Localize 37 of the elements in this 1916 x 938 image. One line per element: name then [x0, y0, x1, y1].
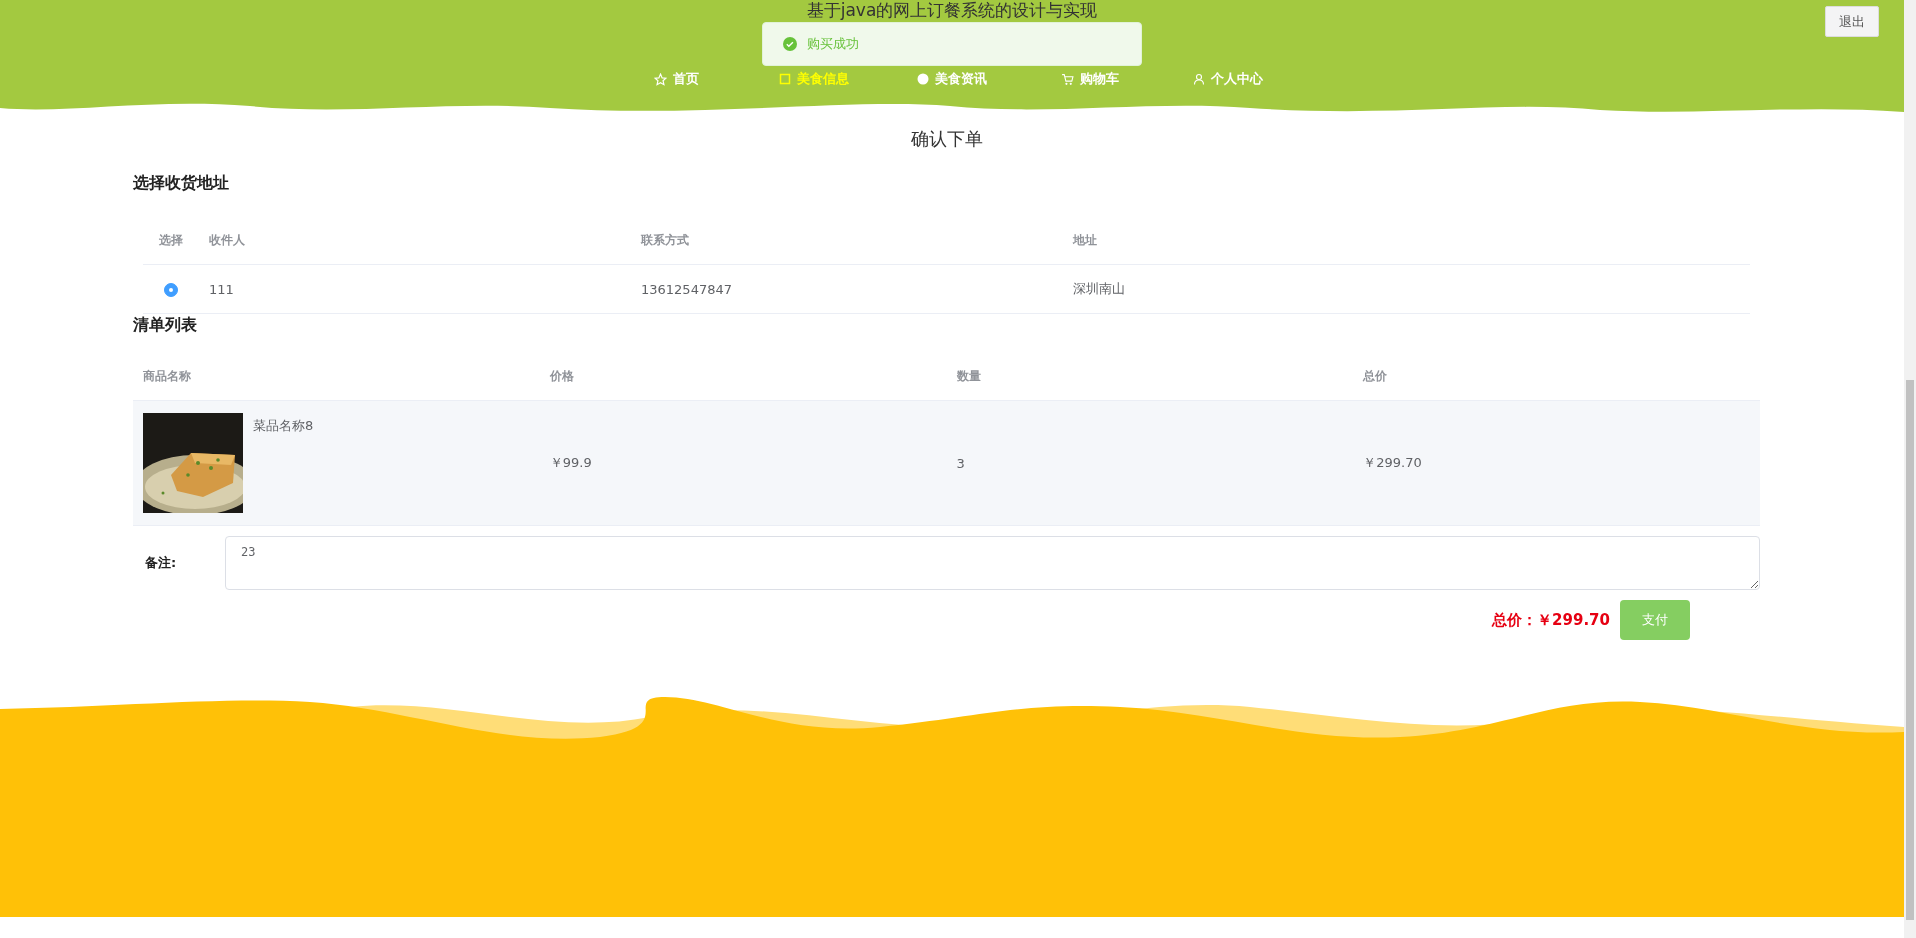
- pay-button[interactable]: 支付: [1620, 600, 1690, 640]
- table-cell: 深圳南山: [1063, 264, 1750, 314]
- total-price: 总价：￥299.70: [1492, 610, 1610, 630]
- column-header: 数量: [946, 352, 1354, 401]
- check-circle-icon: [783, 37, 797, 51]
- column-header: 选择: [143, 216, 199, 265]
- column-header: 地址: [1063, 216, 1750, 265]
- toast-text: 购买成功: [807, 35, 859, 53]
- nav-link[interactable]: 首页: [607, 70, 745, 88]
- column-header: 收件人: [199, 216, 631, 265]
- cart-icon: [1061, 72, 1074, 86]
- info-icon: [917, 73, 929, 85]
- section-heading: 清单列表: [133, 314, 198, 336]
- nav-link[interactable]: 购物车: [1021, 70, 1159, 88]
- column-header: 联系方式: [631, 216, 1063, 265]
- remark-field[interactable]: 23: [225, 536, 1760, 590]
- column-header: 商品名称: [133, 352, 540, 401]
- site-title: 基于java的网上订餐系统的设计与实现: [806, 1, 1098, 20]
- star-icon: [653, 72, 667, 86]
- table-cell: 3: [946, 400, 1354, 526]
- nav-link[interactable]: 美食信息: [745, 70, 883, 88]
- page-title: 确认下单: [909, 127, 984, 151]
- column-header: 价格: [539, 352, 947, 401]
- table-cell: 13612547847: [631, 264, 1063, 314]
- square-icon: [779, 73, 791, 85]
- dish-name: 菜品名称8: [253, 417, 314, 435]
- table-cell: ￥99.9: [539, 400, 947, 526]
- remark-label: 备注:: [145, 554, 178, 572]
- nav-link[interactable]: 美食资讯: [883, 70, 1021, 88]
- column-header: 总价: [1353, 352, 1760, 401]
- logout-button[interactable]: 退出: [1825, 6, 1879, 37]
- table-cell: 111: [199, 264, 631, 314]
- user-icon: [1193, 73, 1205, 85]
- table-cell: ￥299.70: [1353, 400, 1760, 526]
- radio-button[interactable]: [164, 282, 178, 297]
- nav-link[interactable]: 个人中心: [1159, 70, 1297, 88]
- section-heading: 选择收货地址: [133, 172, 230, 194]
